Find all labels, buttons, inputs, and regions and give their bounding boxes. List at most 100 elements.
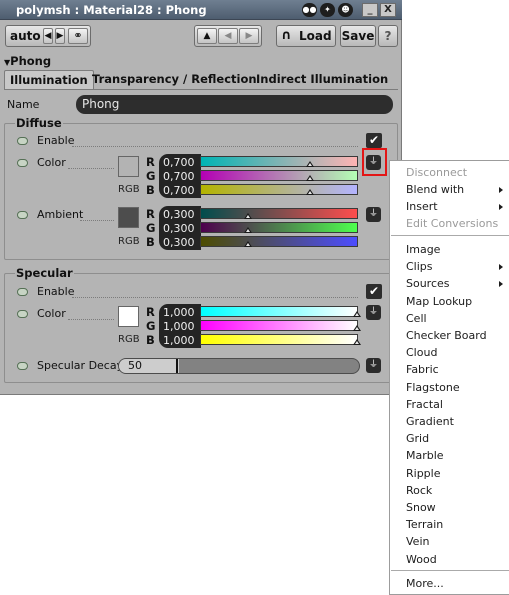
diffuse-color-mode[interactable]: RGB [118,184,140,195]
color-animation-led[interactable] [17,159,28,167]
slider-thumb[interactable] [353,325,361,331]
menu-item-more[interactable]: More... [406,577,444,590]
ambient-g-slider[interactable] [200,222,358,233]
slider-thumb[interactable] [353,339,361,345]
diffuse-r-value[interactable]: 0,700 [163,156,195,169]
up-arrow-icon[interactable]: ▲ [197,28,217,44]
specular-decay-label: Specular Decay [37,359,124,372]
menu-item-fabric[interactable]: Fabric [406,363,439,376]
submenu-arrow-icon [499,204,503,210]
slider-thumb[interactable] [306,189,315,195]
auto-button[interactable]: auto [10,26,41,46]
menu-item-image[interactable]: Image [406,243,440,256]
save-button[interactable]: Save [340,25,376,47]
ambient-color-swatch[interactable] [118,207,139,228]
menu-item-insert[interactable]: Insert [406,200,438,213]
previous-arrow-icon[interactable]: ◀ [43,28,53,44]
color-animation-led[interactable] [17,310,28,318]
ambient-animation-led[interactable] [17,211,28,219]
menu-item-ripple[interactable]: Ripple [406,467,441,480]
back-arrow-icon[interactable]: ◀ [218,28,238,44]
enable-animation-led[interactable] [17,137,28,145]
diffuse-g-value[interactable]: 0,700 [163,170,195,183]
menu-item-terrain[interactable]: Terrain [406,518,443,531]
menu-item-cloud[interactable]: Cloud [406,346,437,359]
auto-inspect-control: auto ◀ ▶ ⚭ [5,25,91,47]
specular-decay-plug-icon[interactable]: ⏚ [366,358,381,373]
specular-decay-slider[interactable]: 50 [118,358,360,374]
submenu-arrow-icon [499,187,503,193]
diffuse-r-slider[interactable] [200,156,358,167]
menu-item-cell[interactable]: Cell [406,312,427,325]
ambient-g-value[interactable]: 0,300 [163,222,195,235]
diffuse-enable-label: Enable [37,134,75,147]
specular-r-value[interactable]: 1,000 [163,306,195,319]
name-input[interactable]: Phong [76,95,393,114]
property-editor-panel: polymsh : Material28 : Phong ●● ✦ ☻ _ X … [0,0,402,395]
slider-thumb[interactable] [243,213,252,219]
next-arrow-icon[interactable]: ▶ [55,28,65,44]
menu-item-edit-conversions: Edit Conversions [406,217,499,230]
link-icon[interactable]: ⚭ [68,28,88,44]
menu-item-grid[interactable]: Grid [406,432,429,445]
load-button[interactable]: ∩ Load [276,25,336,47]
diffuse-g-slider[interactable] [200,170,358,181]
menu-item-marble[interactable]: Marble [406,449,444,462]
slider-thumb[interactable] [243,227,252,233]
enable-animation-led[interactable] [17,288,28,296]
menu-item-fractal[interactable]: Fractal [406,398,443,411]
diffuse-color-swatch[interactable] [118,156,139,177]
specular-color-swatch[interactable] [118,306,139,327]
ambient-r-slider[interactable] [200,208,358,219]
specular-r-slider[interactable] [200,306,358,317]
specular-color-mode[interactable]: RGB [118,334,140,345]
lock-icon: ∩ [281,28,292,43]
diffuse-title: Diffuse [15,116,63,130]
ambient-b-value[interactable]: 0,300 [163,236,195,249]
ambient-r-value[interactable]: 0,300 [163,208,195,221]
eyes-icon[interactable]: ●● [302,3,317,17]
specular-b-slider[interactable] [200,334,358,345]
specular-enable-checkbox[interactable]: ✔ [366,284,382,299]
ambient-b-slider[interactable] [200,236,358,247]
slider-thumb[interactable] [306,175,315,181]
title-bar[interactable]: polymsh : Material28 : Phong ●● ✦ ☻ _ X [0,0,402,20]
forward-arrow-icon[interactable]: ▶ [239,28,259,44]
diffuse-enable-checkbox[interactable]: ✔ [366,133,382,148]
specular-g-slider[interactable] [200,320,358,331]
menu-item-clips[interactable]: Clips [406,260,433,273]
minimize-button[interactable]: _ [362,3,378,17]
menu-item-map-lookup[interactable]: Map Lookup [406,295,472,308]
diffuse-b-slider[interactable] [200,184,358,195]
help-button[interactable]: ? [378,25,398,47]
menu-item-flagstone[interactable]: Flagstone [406,381,460,394]
slider-thumb[interactable] [306,161,315,167]
menu-item-gradient[interactable]: Gradient [406,415,454,428]
menu-item-wood[interactable]: Wood [406,553,437,566]
menu-item-checker-board[interactable]: Checker Board [406,329,487,342]
leader-dots [72,146,358,147]
channel-g-label: G [146,169,156,183]
menu-item-snow[interactable]: Snow [406,501,436,514]
section-header[interactable]: ▼Phong [4,54,51,68]
slider-thumb[interactable] [353,311,361,317]
diffuse-b-value[interactable]: 0,700 [163,184,195,197]
tab-illumination[interactable]: Illumination [4,70,94,90]
menu-item-sources[interactable]: Sources [406,277,450,290]
menu-item-vein[interactable]: Vein [406,535,429,548]
slider-thumb[interactable] [243,241,252,247]
ambient-color-mode[interactable]: RGB [118,236,140,247]
menu-item-rock[interactable]: Rock [406,484,432,497]
specular-b-value[interactable]: 1,000 [163,334,195,347]
tab-indirect-illumination[interactable]: Indirect Illumination [251,70,393,90]
decay-animation-led[interactable] [17,362,28,370]
tab-transparency-reflection[interactable]: Transparency / Reflection [87,70,262,90]
specular-color-plug-icon[interactable]: ⏚ [366,305,381,320]
menu-item-blend-with[interactable]: Blend with [406,183,464,196]
ambient-plug-icon[interactable]: ⏚ [366,207,381,222]
specular-decay-value[interactable]: 50 [128,359,142,373]
close-button[interactable]: X [380,3,396,17]
recycle-icon[interactable]: ✦ [320,3,335,17]
person-icon[interactable]: ☻ [338,3,353,17]
specular-g-value[interactable]: 1,000 [163,320,195,333]
